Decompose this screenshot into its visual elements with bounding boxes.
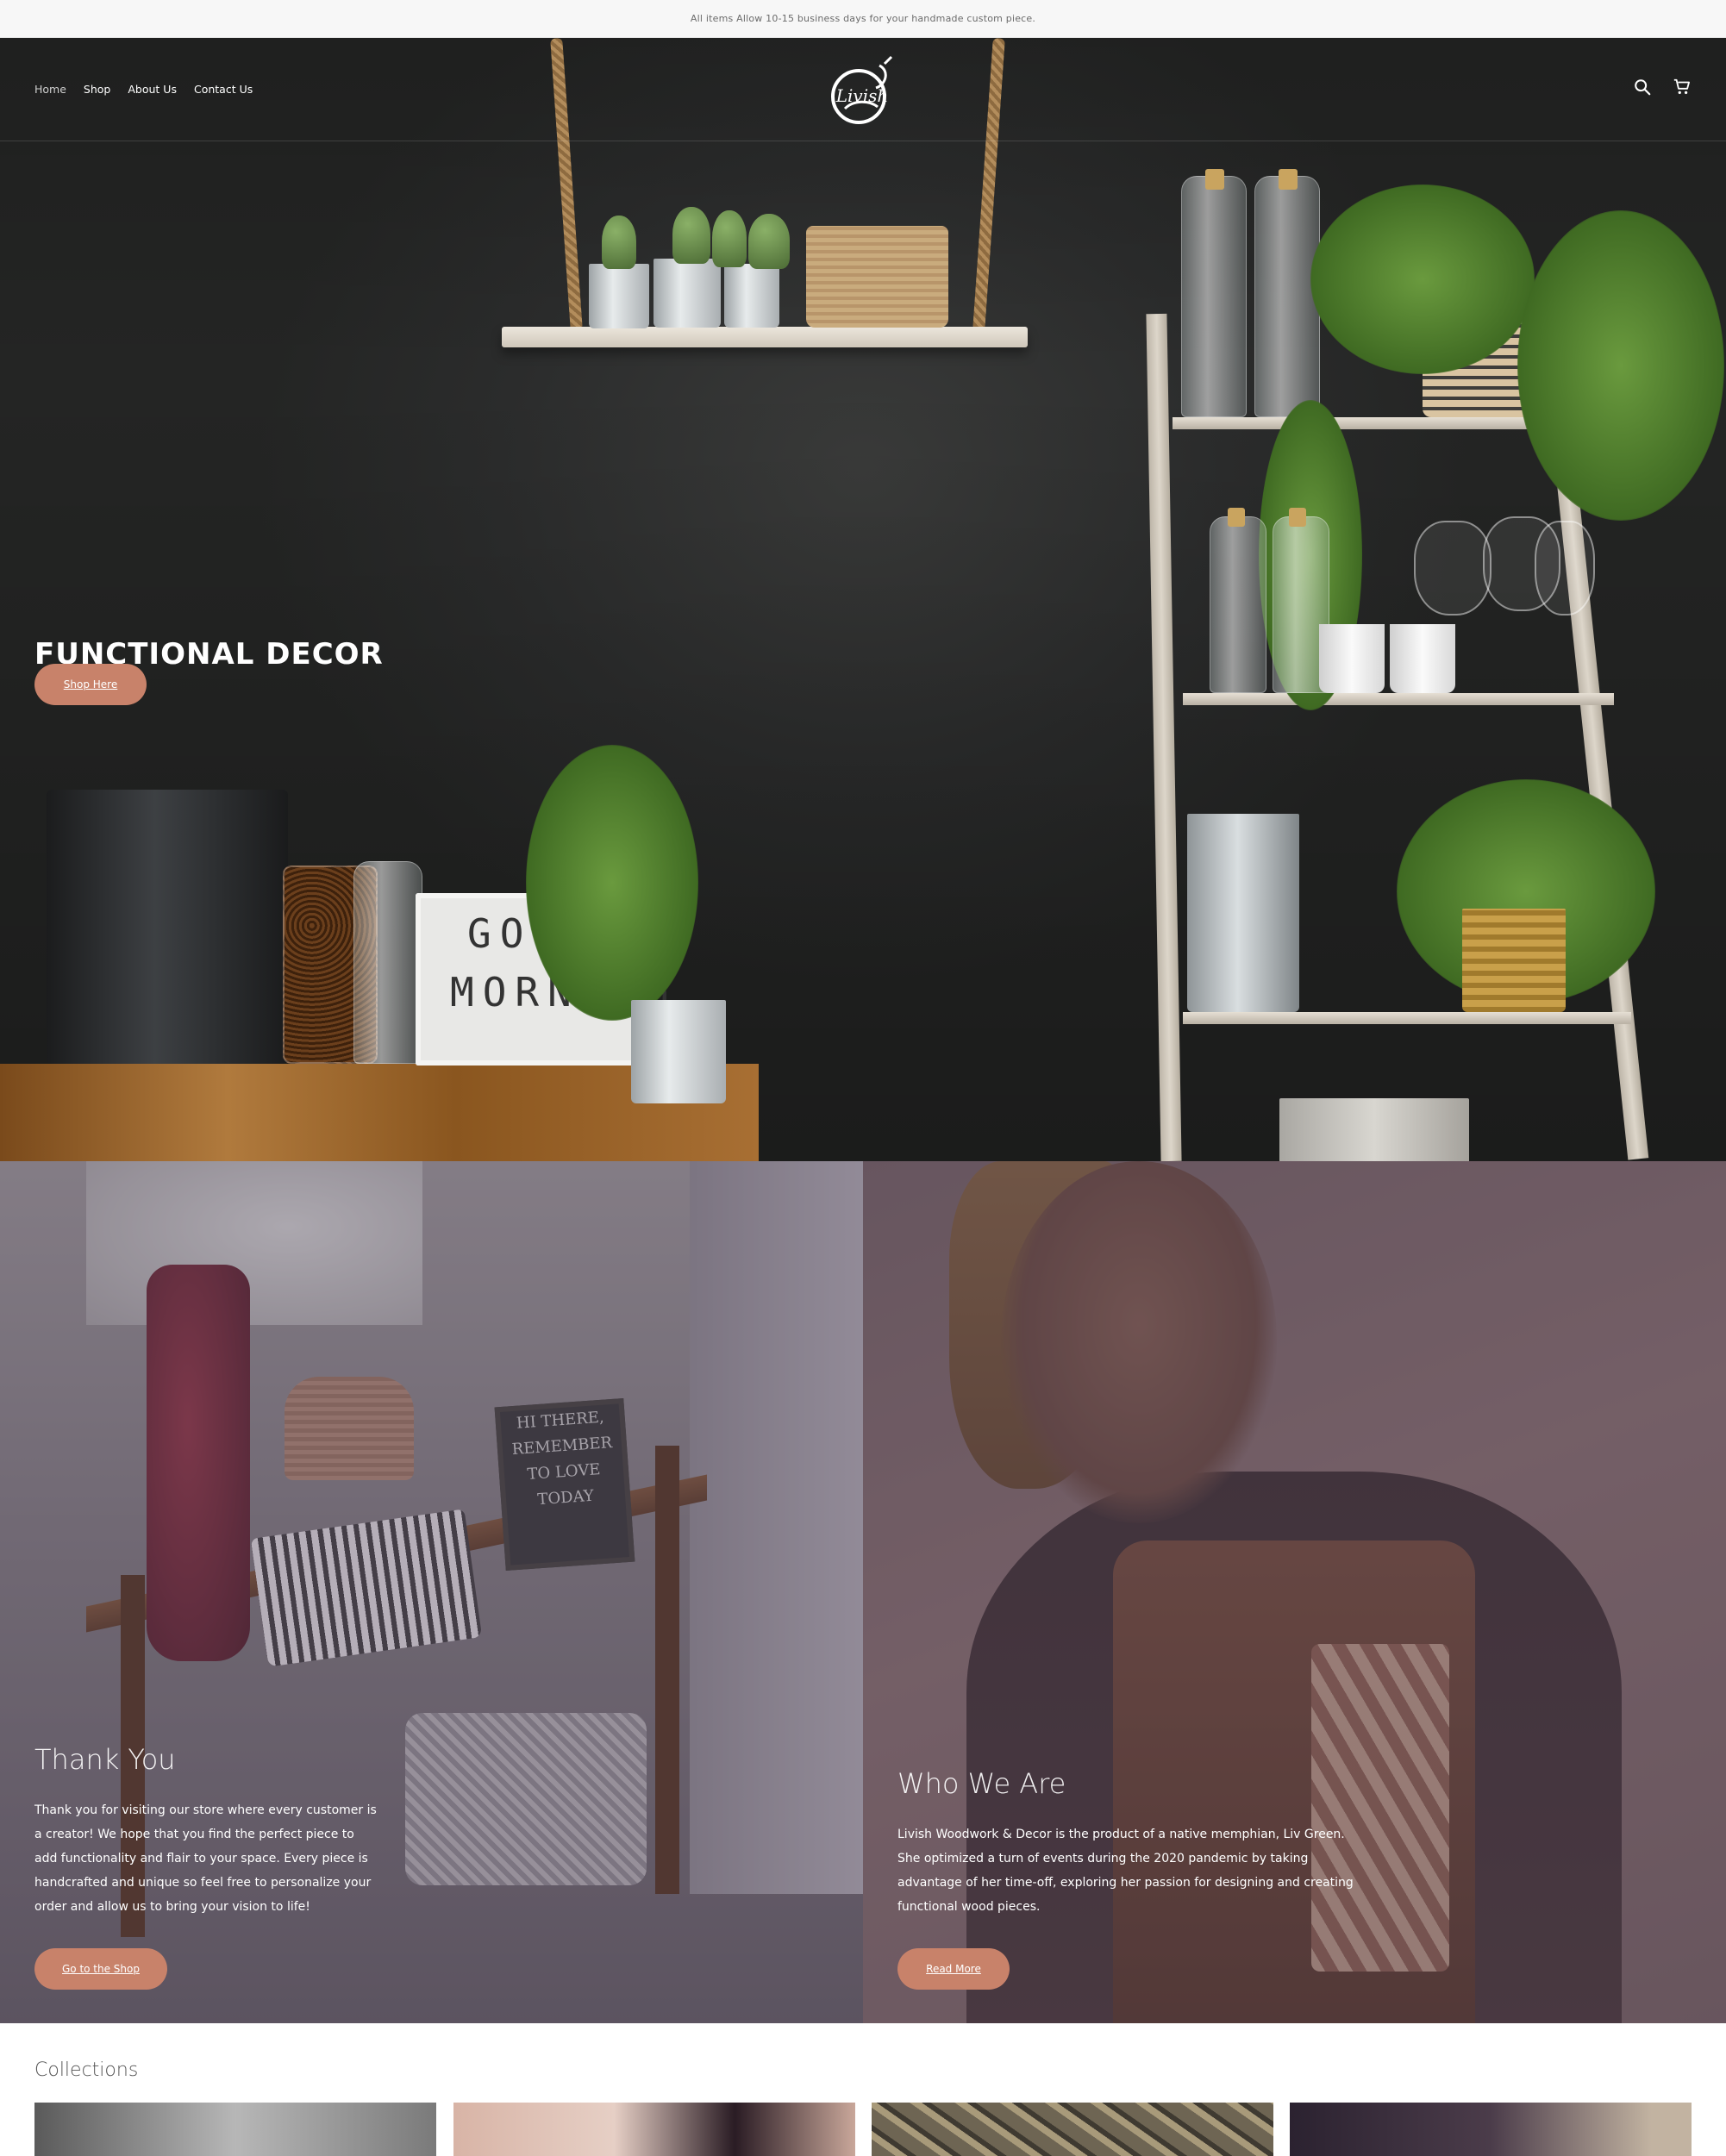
who-we-are-panel: Who We Are Livish Woodwork & Decor is th… [863, 1161, 1726, 2023]
read-more-button[interactable]: Read More [897, 1948, 1010, 1990]
hero-slideshow: GOOD MORNING Home Shop About Us Contact … [0, 38, 1726, 1161]
coffee-machine [47, 790, 288, 1064]
main-nav: Home Shop About Us Contact Us [34, 83, 253, 96]
search-icon[interactable] [1633, 78, 1652, 97]
basket [806, 226, 948, 328]
collection-card[interactable] [872, 2103, 1273, 2156]
thank-you-text: Thank you for visiting our store where e… [34, 1803, 377, 1914]
watering-can [1187, 814, 1299, 1012]
collection-card[interactable] [1290, 2103, 1692, 2156]
site-logo[interactable]: Livish [819, 47, 905, 133]
nav-about[interactable]: About Us [128, 83, 177, 96]
hanging-shelf [502, 327, 1028, 347]
who-we-are-text: Livish Woodwork & Decor is the product o… [897, 1828, 1354, 1914]
collections-title: Collections [34, 2059, 139, 2081]
nav-home[interactable]: Home [34, 83, 66, 96]
nav-shop[interactable]: Shop [84, 83, 110, 96]
announcement-bar: All items Allow 10-15 business days for … [0, 0, 1726, 38]
go-to-shop-button[interactable]: Go to the Shop [34, 1948, 167, 1990]
header-icons [1633, 78, 1692, 97]
logo-mark: Livish [831, 55, 893, 124]
svg-text:Livish: Livish [835, 85, 889, 106]
nav-contact[interactable]: Contact Us [194, 83, 253, 96]
cart-icon[interactable] [1673, 78, 1692, 97]
who-we-are-title: Who We Are [897, 1767, 1066, 1800]
collection-card[interactable] [34, 2103, 436, 2156]
site-header: Home Shop About Us Contact Us Livish [0, 38, 1726, 141]
thank-you-title: Thank You [34, 1743, 176, 1776]
thank-you-panel: HI THERE, REMEMBER TO LOVE TODAY Thank Y… [0, 1161, 863, 2023]
collection-card[interactable] [453, 2103, 855, 2156]
announcement-text: All items Allow 10-15 business days for … [690, 13, 1036, 24]
shop-here-button[interactable]: Shop Here [34, 664, 147, 705]
